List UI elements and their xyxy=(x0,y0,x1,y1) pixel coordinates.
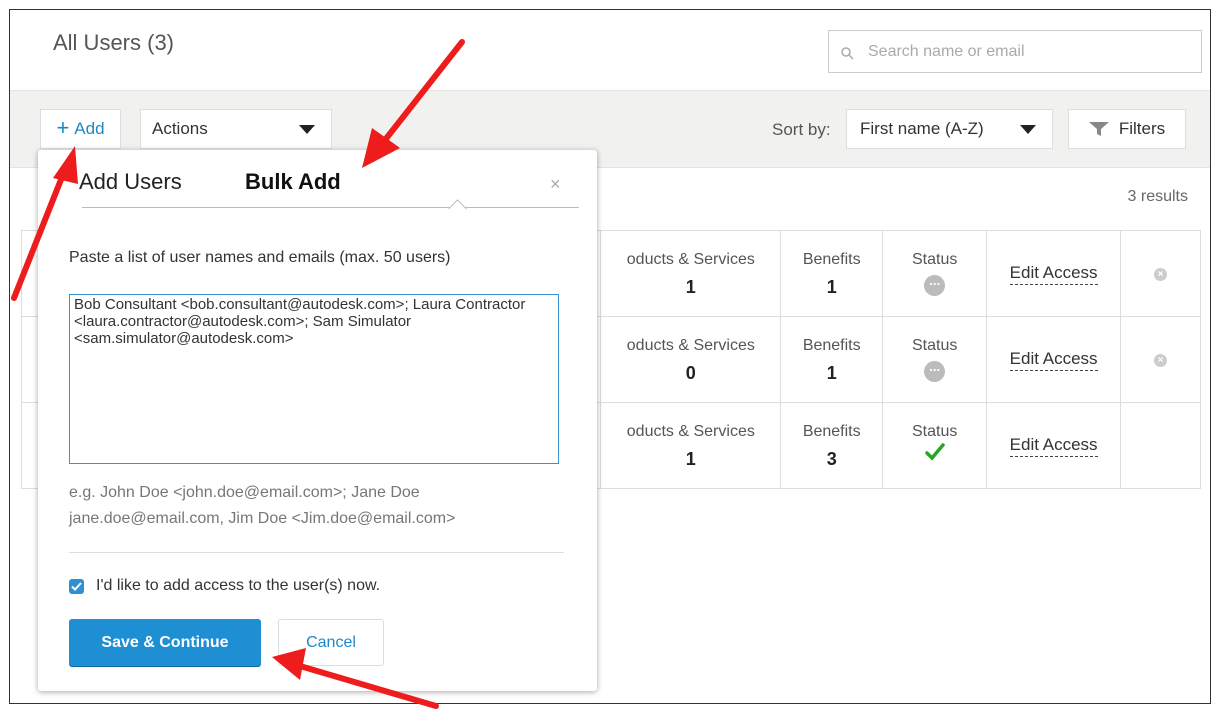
products-count: 1 xyxy=(685,277,696,297)
bulk-example-hint: e.g. John Doe <john.doe@email.com>; Jane… xyxy=(69,480,549,531)
edit-access-cell: Edit Access xyxy=(986,316,1122,403)
sort-select[interactable]: First name (A-Z) xyxy=(846,109,1053,149)
remove-cell: × xyxy=(1120,316,1201,403)
remove-user-icon[interactable]: × xyxy=(1154,354,1168,367)
products-label: oducts & Services xyxy=(626,423,755,440)
sort-by-label: Sort by: xyxy=(772,120,831,139)
benefits-cell: Benefits 3 xyxy=(780,402,884,489)
status-cell: Status xyxy=(882,230,988,317)
edit-access-link[interactable]: Edit Access xyxy=(1009,435,1098,457)
results-count: 3 results xyxy=(1127,188,1188,205)
bulk-instruction: Paste a list of user names and emails (m… xyxy=(69,249,451,266)
benefits-cell: Benefits 1 xyxy=(780,316,884,403)
products-label: oducts & Services xyxy=(626,337,755,354)
dialog-divider xyxy=(82,207,579,208)
pending-status-icon xyxy=(924,359,946,382)
bulk-users-textarea[interactable]: Bob Consultant <bob.consultant@autodesk.… xyxy=(69,294,559,464)
edit-access-cell: Edit Access xyxy=(986,402,1122,489)
benefits-count: 3 xyxy=(826,449,837,469)
search-input[interactable] xyxy=(866,41,1170,62)
tab-bulk-add[interactable]: Bulk Add xyxy=(245,169,341,195)
search-icon xyxy=(841,47,854,60)
pending-status-icon xyxy=(924,273,946,296)
add-access-checkbox-label: I'd like to add access to the user(s) no… xyxy=(96,577,381,594)
status-label: Status xyxy=(911,337,958,354)
app-frame: All Users (3) + Add Actions Sort by: Fir… xyxy=(9,9,1211,704)
caret-down-icon xyxy=(299,125,315,134)
benefits-count: 1 xyxy=(826,363,837,383)
actions-dropdown[interactable]: Actions xyxy=(140,109,332,149)
plus-icon: + xyxy=(56,115,70,140)
status-label: Status xyxy=(911,251,958,268)
add-access-checkbox[interactable] xyxy=(69,578,84,594)
funnel-icon xyxy=(1088,122,1109,136)
add-button[interactable]: + Add xyxy=(40,109,121,149)
remove-user-icon[interactable]: × xyxy=(1154,268,1168,281)
actions-dropdown-label: Actions xyxy=(152,119,208,138)
status-cell: Status xyxy=(882,316,988,403)
products-count: 1 xyxy=(685,449,696,469)
products-cell: oducts & Services 1 xyxy=(600,230,782,317)
example-line-2: jane.doe@email.com, Jim Doe <Jim.doe@ema… xyxy=(69,509,456,527)
page-title: All Users (3) xyxy=(53,30,175,55)
remove-cell xyxy=(1120,402,1201,489)
filters-button[interactable]: Filters xyxy=(1068,109,1186,149)
benefits-label: Benefits xyxy=(802,337,861,354)
close-icon[interactable]: × xyxy=(550,174,561,195)
example-line-1: e.g. John Doe <john.doe@email.com>; Jane… xyxy=(69,484,420,501)
status-label: Status xyxy=(911,423,958,440)
checkbox-check-icon xyxy=(71,581,82,591)
products-cell: oducts & Services 0 xyxy=(600,316,782,403)
cancel-button[interactable]: Cancel xyxy=(278,619,384,666)
edit-access-link[interactable]: Edit Access xyxy=(1009,263,1098,285)
bulk-add-dialog: Add Users Bulk Add × Paste a list of use… xyxy=(38,150,597,691)
tab-add-users[interactable]: Add Users xyxy=(79,169,182,195)
add-access-checkbox-row[interactable]: I'd like to add access to the user(s) no… xyxy=(69,577,380,595)
edit-access-link[interactable]: Edit Access xyxy=(1009,349,1098,371)
benefits-label: Benefits xyxy=(802,251,861,268)
products-label: oducts & Services xyxy=(626,251,755,268)
filters-button-label: Filters xyxy=(1118,119,1166,138)
dialog-divider xyxy=(69,552,564,553)
status-cell: Status xyxy=(882,402,988,489)
caret-down-icon xyxy=(1020,125,1036,134)
checkmark-icon xyxy=(924,443,945,461)
products-cell: oducts & Services 1 xyxy=(600,402,782,489)
tab-pointer xyxy=(448,199,467,218)
benefits-count: 1 xyxy=(826,277,837,297)
save-continue-button[interactable]: Save & Continue xyxy=(69,619,261,666)
add-button-label: Add xyxy=(74,119,105,138)
remove-cell: × xyxy=(1120,230,1201,317)
benefits-cell: Benefits 1 xyxy=(780,230,884,317)
edit-access-cell: Edit Access xyxy=(986,230,1122,317)
benefits-label: Benefits xyxy=(802,423,861,440)
sort-select-value: First name (A-Z) xyxy=(860,119,984,138)
search-box[interactable] xyxy=(828,30,1202,73)
products-count: 0 xyxy=(685,363,696,383)
